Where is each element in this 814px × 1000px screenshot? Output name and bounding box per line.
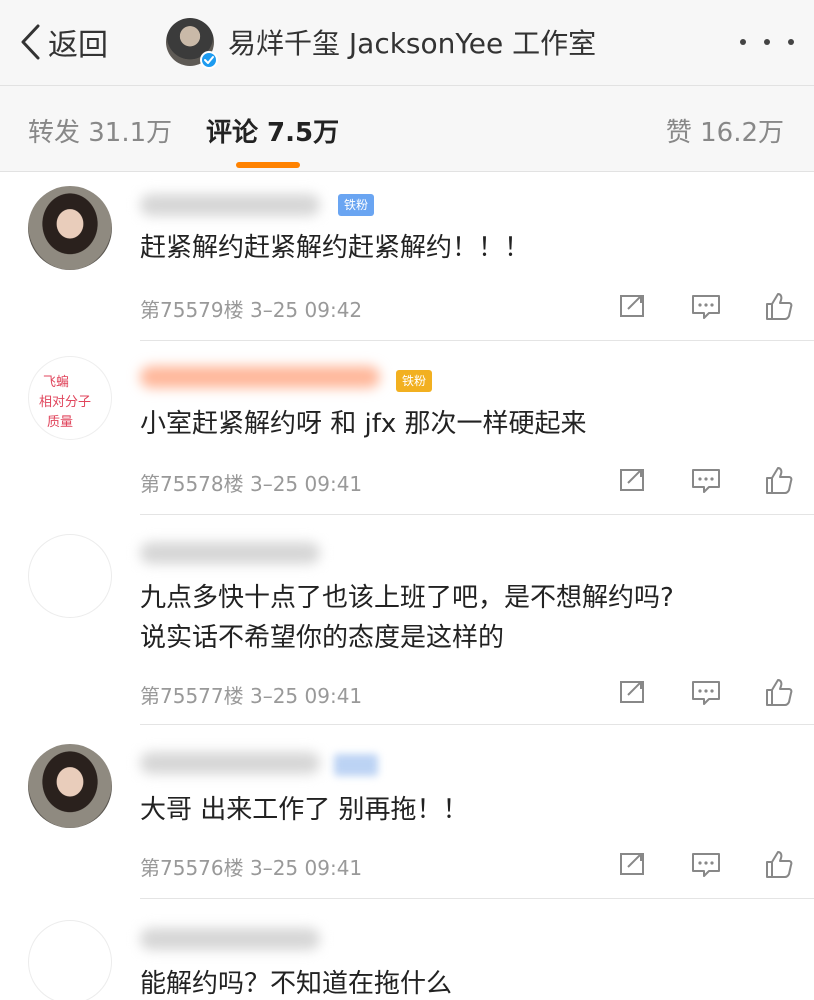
comment-icon[interactable] — [689, 463, 723, 497]
comment-icon[interactable] — [689, 675, 723, 709]
comment-meta: 第75579楼 3–25 09:42 — [140, 298, 363, 322]
avatar[interactable]: 飞蝙 相对分子 质量 — [28, 356, 112, 440]
fan-badge — [334, 754, 378, 776]
nav-bar: 返回 易烊千玺 JacksonYee 工作室 — [0, 0, 814, 86]
avatar[interactable] — [28, 744, 112, 828]
more-dots-icon[interactable] — [740, 24, 794, 60]
share-icon[interactable] — [616, 847, 650, 881]
comment-meta: 第75578楼 3–25 09:41 — [140, 472, 363, 496]
like-icon[interactable] — [762, 675, 796, 709]
page-title: 易烊千玺 JacksonYee 工作室 — [228, 27, 597, 60]
comment-text: 能解约吗？不知道在拖什么 — [140, 969, 453, 999]
fan-badge: 铁粉 — [396, 370, 433, 392]
verified-icon — [200, 51, 218, 69]
comment-text: 赶紧解约赶紧解约赶紧解约！！！ — [140, 233, 531, 263]
like-icon[interactable] — [762, 289, 796, 323]
share-icon[interactable] — [616, 675, 650, 709]
avatar[interactable] — [28, 186, 112, 270]
back-button[interactable]: 返回 — [18, 20, 108, 64]
comment-icon[interactable] — [689, 289, 723, 323]
back-label: 返回 — [48, 28, 108, 63]
share-icon[interactable] — [616, 289, 650, 323]
active-tab-indicator — [236, 162, 300, 168]
username-blurred[interactable] — [140, 194, 320, 216]
username-blurred[interactable] — [140, 928, 320, 950]
avatar[interactable] — [28, 920, 112, 1000]
comment-item: 飞蝙 相对分子 质量 铁粉 小室赶紧解约呀 和 jfx 那次一样硬起来 第755… — [0, 340, 814, 514]
avatar[interactable] — [28, 534, 112, 618]
comment-meta: 第75576楼 3–25 09:41 — [140, 856, 363, 880]
chevron-left-icon — [21, 24, 40, 60]
comment-item: 铁粉 赶紧解约赶紧解约赶紧解约！！！ 第75579楼 3–25 09:42 — [0, 172, 814, 340]
fan-badge: 铁粉 — [338, 194, 375, 216]
username-blurred[interactable] — [140, 752, 320, 774]
comment-text: 大哥 出来工作了 别再拖！！ — [140, 795, 469, 825]
comment-item: 能解约吗？不知道在拖什么 — [0, 898, 814, 1000]
comment-item: 大哥 出来工作了 别再拖！！ 第75576楼 3–25 09:41 — [0, 724, 814, 898]
tab-comments[interactable]: 评论 7.5万 — [206, 112, 339, 149]
comment-actions — [616, 462, 796, 498]
tab-likes[interactable]: 赞 16.2万 — [666, 112, 784, 149]
comment-text: 九点多快十点了也该上班了吧，是不想解约吗? 说实话不希望你的态度是这样的 — [140, 583, 674, 653]
like-icon[interactable] — [762, 847, 796, 881]
comment-actions — [616, 288, 796, 324]
comment-meta: 第75577楼 3–25 09:41 — [140, 684, 363, 708]
tab-reposts[interactable]: 转发 31.1万 — [28, 112, 172, 149]
comment-actions — [616, 846, 796, 882]
comment-text: 小室赶紧解约呀 和 jfx 那次一样硬起来 — [140, 409, 587, 439]
username-blurred[interactable] — [140, 542, 320, 564]
tab-bar: 转发 31.1万 评论 7.5万 赞 16.2万 — [0, 86, 814, 172]
username-blurred[interactable] — [140, 366, 380, 388]
comment-icon[interactable] — [689, 847, 723, 881]
like-icon[interactable] — [762, 463, 796, 497]
share-icon[interactable] — [616, 463, 650, 497]
comment-actions — [616, 674, 796, 710]
comment-item: 九点多快十点了也该上班了吧，是不想解约吗? 说实话不希望你的态度是这样的 第75… — [0, 514, 814, 724]
